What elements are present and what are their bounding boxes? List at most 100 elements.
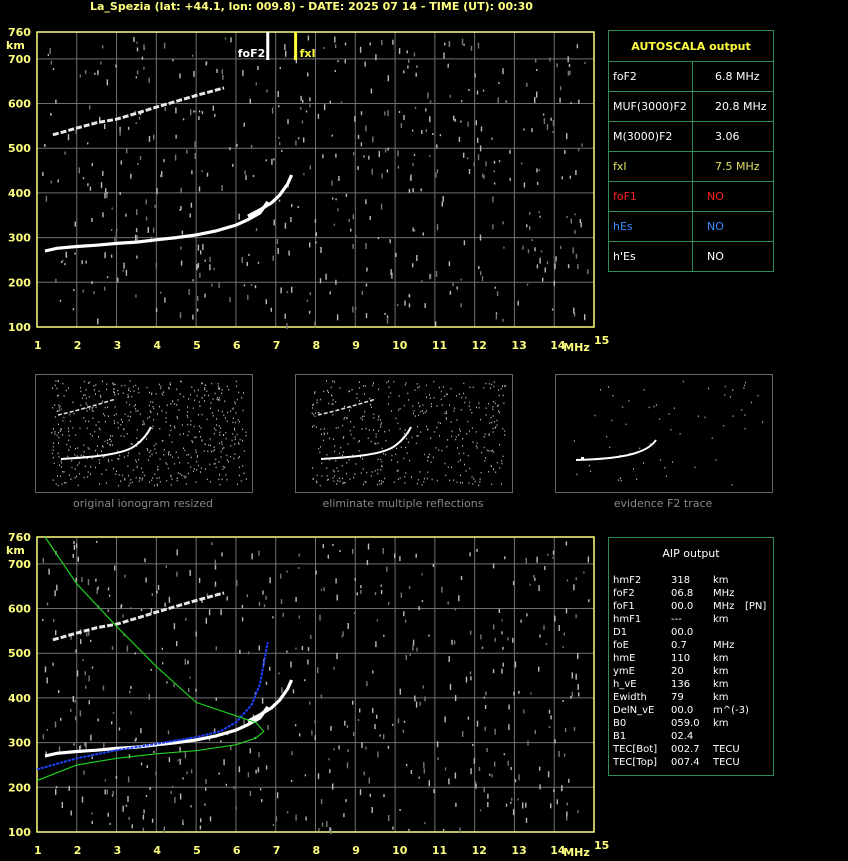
- thumb-noise: [68, 434, 70, 437]
- thumb-noise: [65, 482, 67, 484]
- noise-dot: [455, 802, 457, 807]
- noise-dot: [126, 645, 129, 652]
- noise-dot: [190, 805, 192, 808]
- noise-dot: [492, 563, 495, 569]
- noise-dot: [492, 196, 494, 203]
- noise-dot: [458, 136, 461, 142]
- thumb-noise: [458, 452, 460, 455]
- thumb-noise: [128, 419, 130, 421]
- aip-output-panel: AIP output hmF2 318 km foF2 06.8 MHz foF1 00.0 M…: [608, 537, 774, 776]
- thumb-noise: [130, 479, 132, 481]
- thumb-noise: [344, 482, 346, 484]
- noise-dot: [323, 104, 326, 111]
- x-tick-label: 15: [594, 334, 609, 347]
- noise-dot: [360, 585, 362, 589]
- thumb-noise: [234, 443, 236, 445]
- noise-dot: [436, 741, 439, 748]
- noise-dot: [180, 260, 183, 266]
- thumb-noise: [501, 483, 502, 485]
- thumb-noise: [113, 414, 115, 416]
- thumb-noise: [197, 455, 199, 457]
- noise-dot: [93, 291, 95, 295]
- thumb-noise: [453, 410, 455, 412]
- noise-dot: [49, 47, 51, 54]
- noise-dot: [290, 780, 293, 782]
- noise-dot: [100, 61, 102, 65]
- aip-param-name: DelN_vE: [613, 705, 655, 716]
- caption-original: original ionogram resized: [73, 497, 213, 510]
- thumb-noise: [378, 416, 380, 418]
- noise-dot: [128, 816, 130, 820]
- thumb-noise: [168, 387, 170, 390]
- noise-dot: [196, 264, 198, 271]
- thumb-noise: [77, 484, 79, 487]
- thumb-noise: [371, 471, 373, 473]
- noise-dot: [437, 757, 439, 761]
- noise-dot: [91, 217, 93, 222]
- thumb-noise: [83, 444, 85, 446]
- thumb-noise: [106, 442, 108, 444]
- thumb-noise: [314, 415, 316, 417]
- thumb-noise: [332, 413, 334, 416]
- thumb-noise: [141, 467, 143, 469]
- noise-dot: [174, 154, 177, 161]
- noise-dot: [392, 826, 394, 830]
- noise-dot: [75, 577, 77, 582]
- noise-dot: [543, 624, 545, 630]
- noise-dot: [54, 721, 57, 728]
- noise-dot: [245, 175, 247, 181]
- thumb-noise: [213, 427, 215, 430]
- noise-dot: [107, 812, 109, 817]
- thumb-noise: [179, 462, 181, 464]
- aip-param-unit: km: [713, 653, 729, 664]
- thumb-noise: [133, 390, 135, 392]
- autoscala-param-value: 7.5 MHz: [715, 160, 760, 173]
- aip-param-value: 06.8: [671, 588, 694, 599]
- thumb-noise: [639, 447, 641, 450]
- thumb-noise: [198, 401, 200, 403]
- thumb-noise: [92, 406, 94, 409]
- thumb-noise: [316, 399, 318, 401]
- noise-dot: [577, 264, 579, 270]
- noise-dot: [125, 213, 127, 217]
- noise-dot: [571, 691, 573, 697]
- thumb-noise: [135, 459, 137, 461]
- aip-param-unit: MHz: [713, 601, 735, 612]
- y-tick-label: 400: [8, 187, 31, 200]
- noise-dot: [359, 708, 361, 713]
- thumb-noise: [127, 452, 129, 454]
- noise-dot: [257, 65, 259, 70]
- noise-dot: [259, 788, 262, 791]
- thumb-noise: [238, 474, 240, 477]
- thumb-noise: [387, 380, 389, 382]
- noise-dot: [191, 170, 193, 175]
- noise-dot: [155, 771, 157, 776]
- noise-dot: [360, 111, 363, 116]
- thumb-noise: [113, 388, 115, 390]
- noise-dot: [147, 226, 149, 233]
- thumb-noise: [237, 419, 239, 421]
- thumb-noise: [228, 389, 230, 391]
- thumb-noise: [219, 483, 221, 486]
- noise-dot: [87, 142, 89, 145]
- noise-dot: [460, 576, 463, 580]
- thumb-noise: [88, 396, 90, 398]
- noise-dot: [561, 785, 563, 791]
- thumb-noise: [209, 438, 211, 440]
- noise-dot: [387, 110, 389, 117]
- noise-dot: [429, 154, 431, 157]
- thumb-noise: [315, 426, 317, 428]
- thumb-noise: [204, 387, 206, 389]
- noise-dot: [272, 255, 274, 261]
- thumb-noise: [417, 435, 419, 437]
- thumb-noise: [233, 457, 235, 460]
- noise-dot: [44, 666, 47, 673]
- thumb-noise: [83, 451, 85, 453]
- thumb-noise: [323, 432, 325, 435]
- thumb-noise: [107, 459, 109, 461]
- thumb-noise: [412, 405, 414, 407]
- thumb-noise: [451, 435, 453, 438]
- thumb-noise: [149, 416, 151, 418]
- x-tick-label: 15: [594, 839, 609, 852]
- noise-dot: [139, 155, 142, 160]
